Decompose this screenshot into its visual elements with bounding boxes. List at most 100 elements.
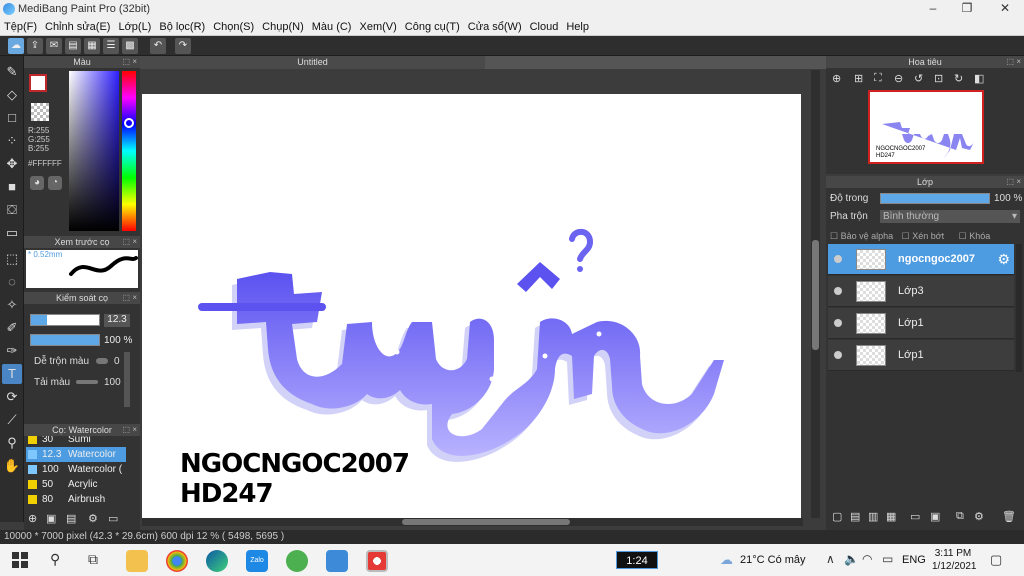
zoom-in-icon[interactable]: ⊕ bbox=[832, 72, 841, 85]
medibang-icon[interactable] bbox=[366, 550, 388, 572]
layer-row[interactable]: Lớp3 bbox=[828, 276, 1014, 307]
menu-item[interactable]: Chụp(N) bbox=[258, 18, 308, 33]
brush-list-item[interactable]: 12.3 Watercolor bbox=[26, 447, 126, 462]
brush-size-value[interactable]: 12.3 bbox=[104, 314, 130, 327]
navigator-preview[interactable]: NGOCNGOC2007 HD247 bbox=[868, 90, 984, 164]
magic-wand-icon[interactable]: ✧ bbox=[2, 295, 22, 315]
layer-list-scrollbar[interactable] bbox=[1016, 244, 1022, 372]
visibility-icon[interactable] bbox=[834, 319, 842, 327]
chrome-icon[interactable] bbox=[166, 550, 188, 572]
panel-menu-icon[interactable]: ⬚ × bbox=[1007, 176, 1021, 188]
menu-item[interactable]: Chỉnh sửa(E) bbox=[41, 18, 114, 33]
visibility-icon[interactable] bbox=[834, 255, 842, 263]
panel-menu-icon[interactable]: ⬚ × bbox=[123, 236, 137, 248]
layer-blend-select[interactable]: Bình thường ▾ bbox=[880, 210, 1020, 223]
color-history-icon[interactable]: ◔ bbox=[48, 176, 62, 190]
file-explorer-icon[interactable] bbox=[126, 550, 148, 572]
menu-item[interactable]: Tệp(F) bbox=[0, 18, 41, 33]
layer-row[interactable]: ngocngoc2007 ⚙ bbox=[828, 244, 1014, 275]
layer-folder-icon[interactable]: ▭ bbox=[910, 510, 920, 523]
layer-settings-icon[interactable]: ⚙ bbox=[974, 510, 984, 523]
edge-icon[interactable] bbox=[206, 550, 228, 572]
operation-tool-icon[interactable]: ⟳ bbox=[2, 387, 22, 407]
task-view-icon[interactable]: ⧉ bbox=[88, 551, 98, 568]
zoom-fit-icon[interactable]: ⊞ bbox=[854, 72, 863, 85]
menu-item[interactable]: Cửa sổ(W) bbox=[464, 18, 526, 33]
rotate-left-icon[interactable]: ↺ bbox=[914, 72, 923, 85]
layer-opacity-slider[interactable] bbox=[880, 193, 990, 204]
duplicate-layer-icon[interactable]: ▦ bbox=[886, 510, 896, 523]
menu-item[interactable]: Help bbox=[562, 18, 593, 33]
document-tab[interactable]: Untitled bbox=[140, 56, 485, 69]
comment-icon[interactable]: ✉ bbox=[46, 38, 62, 54]
horizontal-scrollbar[interactable] bbox=[142, 518, 803, 526]
search-icon[interactable]: ⚲ bbox=[50, 551, 60, 568]
text-tool-icon[interactable]: T bbox=[2, 364, 22, 384]
zalo-icon[interactable]: Zalo bbox=[246, 550, 268, 572]
brush-list-item[interactable]: 80 Airbrush bbox=[26, 492, 126, 507]
paint-app-icon[interactable] bbox=[286, 550, 308, 572]
grid-icon[interactable]: ▩ bbox=[122, 38, 138, 54]
select-rect-icon[interactable]: ⬚ bbox=[2, 249, 22, 269]
wifi-icon[interactable]: ◠ bbox=[862, 552, 872, 566]
menu-item[interactable]: Lớp(L) bbox=[114, 18, 155, 33]
dot-tool-icon[interactable]: ⁘ bbox=[2, 131, 22, 151]
brush-tool-icon[interactable]: ✎ bbox=[2, 62, 22, 82]
merge-layer-icon[interactable]: ▣ bbox=[930, 510, 940, 523]
menu-item[interactable]: Bộ lọc(R) bbox=[155, 18, 209, 33]
notification-icon[interactable]: ▢ bbox=[990, 552, 1002, 568]
visibility-icon[interactable] bbox=[834, 351, 842, 359]
new-brush-icon[interactable]: ▣ bbox=[46, 512, 56, 525]
transparent-color-swatch[interactable] bbox=[31, 103, 49, 121]
hue-slider-handle[interactable] bbox=[124, 118, 134, 128]
bucket-tool-icon[interactable]: ⛋ bbox=[2, 200, 22, 220]
fill-rect-tool-icon[interactable]: ■ bbox=[2, 177, 22, 197]
message-icon[interactable]: ▤ bbox=[65, 38, 81, 54]
language-indicator[interactable]: ENG bbox=[902, 554, 926, 566]
menu-item[interactable]: Chọn(S) bbox=[209, 18, 258, 33]
document-icon[interactable]: ▦ bbox=[84, 38, 100, 54]
fit-window-icon[interactable]: ⛶ bbox=[874, 72, 882, 85]
layer-settings-gear-icon[interactable]: ⚙ bbox=[997, 251, 1010, 268]
brush-control-scrollbar[interactable] bbox=[124, 352, 130, 407]
eraser-tool-icon[interactable]: ◇ bbox=[2, 85, 22, 105]
new-halftone-layer-icon[interactable]: ▤ bbox=[850, 510, 860, 523]
lasso-icon[interactable]: ◌ bbox=[2, 272, 22, 292]
foreground-color-swatch[interactable] bbox=[29, 74, 47, 92]
lock-checkbox[interactable]: ☐ Khóa bbox=[959, 231, 991, 241]
divide-tool-icon[interactable]: ⟋ bbox=[2, 410, 22, 430]
brush-folder-icon[interactable]: ▭ bbox=[108, 512, 118, 525]
copy-layer-icon[interactable]: ⧉ bbox=[956, 510, 964, 523]
horizontal-scroll-thumb[interactable] bbox=[402, 519, 570, 525]
zoom-out-icon[interactable]: ⊖ bbox=[894, 72, 903, 85]
gradient-tool-icon[interactable]: ▭ bbox=[2, 223, 22, 243]
layer-row[interactable]: Lớp1 bbox=[828, 340, 1014, 371]
move-tool-icon[interactable]: ✥ bbox=[2, 154, 22, 174]
eyedropper-icon[interactable]: ⚲ bbox=[2, 433, 22, 453]
protect-alpha-checkbox[interactable]: ☐ Bảo vệ alpha bbox=[830, 231, 893, 241]
layer-row[interactable]: Lớp1 bbox=[828, 308, 1014, 339]
menu-item[interactable]: Cloud bbox=[526, 18, 563, 33]
brush-menu-icon[interactable]: ▤ bbox=[66, 512, 76, 525]
chevron-up-icon[interactable]: ∧ bbox=[826, 552, 835, 566]
drawing-canvas[interactable]: NGOCNGOC2007 HD247 bbox=[142, 94, 801, 519]
visibility-icon[interactable] bbox=[834, 287, 842, 295]
close-button[interactable]: ✕ bbox=[990, 1, 1020, 17]
brush-list-item[interactable]: 50 Acrylic bbox=[26, 477, 126, 492]
battery-icon[interactable]: ▭ bbox=[882, 552, 893, 566]
list-icon[interactable]: ☰ bbox=[103, 38, 119, 54]
panel-menu-icon[interactable]: ⬚ × bbox=[123, 292, 137, 304]
undo-icon[interactable]: ↶ bbox=[150, 38, 166, 54]
video-widget[interactable]: 1:24 bbox=[616, 551, 658, 569]
brush-size-slider[interactable] bbox=[30, 314, 100, 326]
brush-settings-icon[interactable]: ⚙ bbox=[88, 512, 98, 525]
photos-icon[interactable] bbox=[326, 550, 348, 572]
palette-icon[interactable]: ◕ bbox=[30, 176, 44, 190]
add-brush-icon[interactable]: ⊕ bbox=[28, 512, 37, 525]
cloud-icon[interactable]: ☁ bbox=[8, 38, 24, 54]
hand-tool-icon[interactable]: ✋ bbox=[2, 456, 22, 476]
flip-icon[interactable]: ◧ bbox=[974, 72, 984, 85]
brush-opacity-slider[interactable] bbox=[30, 334, 100, 346]
brush-list-item[interactable]: 100 Watercolor ( bbox=[26, 462, 126, 477]
weather-text[interactable]: 21°C Có mây bbox=[740, 554, 806, 566]
